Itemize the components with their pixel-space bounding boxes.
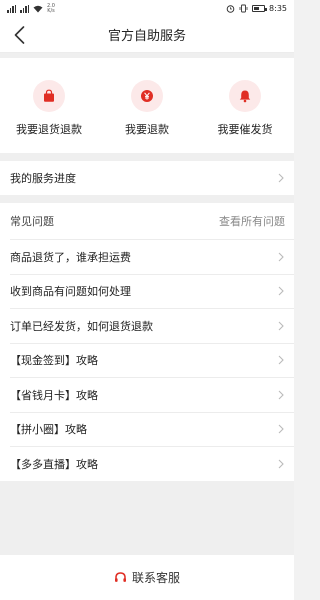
action-refund[interactable]: 我要退款: [98, 80, 196, 137]
faq-header: 常见问题 查看所有问题: [0, 203, 294, 239]
faq-item-label: 【拼小圈】攻略: [10, 423, 87, 437]
view-all-questions-link[interactable]: 查看所有问题: [219, 213, 285, 229]
headset-icon: [114, 572, 126, 582]
chevron-right-icon: [277, 423, 285, 435]
wifi-icon: [33, 5, 43, 12]
faq-item[interactable]: 【现金签到】攻略: [10, 342, 294, 378]
chevron-right-icon: [277, 285, 285, 297]
speed-unit: K/s: [47, 7, 55, 14]
faq-item[interactable]: 【多多直播】攻略: [10, 446, 294, 481]
bell-icon: [239, 90, 251, 103]
chevron-right-icon: [277, 251, 285, 263]
network-speed: 2.0 K/s: [47, 3, 55, 14]
status-right: 8:35: [226, 4, 287, 13]
action-icon-wrapper: [33, 80, 65, 112]
page-title: 官方自助服务: [107, 29, 186, 44]
faq-item[interactable]: 【省钱月卡】攻略: [10, 377, 294, 412]
signal-icon: [7, 4, 16, 13]
action-label: 我要退款: [125, 123, 169, 136]
chevron-right-icon: [277, 320, 285, 332]
action-icon-wrapper: [229, 80, 261, 112]
action-label: 我要退货退款: [16, 123, 82, 136]
faq-item-label: 【多多直播】攻略: [10, 457, 98, 471]
status-bar: 2.0 K/s 8:35: [0, 0, 294, 17]
vibrate-icon: [239, 4, 248, 13]
chevron-right-icon: [277, 354, 285, 366]
faq-item[interactable]: 【拼小圈】攻略: [10, 411, 294, 447]
back-button[interactable]: [8, 23, 30, 47]
chevron-left-icon: [14, 26, 24, 44]
service-progress-row[interactable]: 我的服务进度: [0, 161, 294, 195]
yen-coin-icon: [141, 90, 153, 102]
chevron-right-icon: [277, 172, 285, 184]
faq-item-label: 【现金签到】攻略: [10, 354, 98, 368]
faq-title: 常见问题: [10, 215, 54, 228]
nav-bar: 官方自助服务: [0, 17, 294, 53]
action-label: 我要催发货: [217, 123, 273, 136]
action-return-refund[interactable]: 我要退货退款: [0, 80, 98, 137]
faq-item-label: 商品退货了，谁承担运费: [10, 250, 131, 264]
battery-icon: [252, 5, 268, 12]
chevron-right-icon: [277, 458, 285, 470]
faq-item-label: 订单已经发货，如何退货退款: [10, 319, 153, 333]
faq-item-label: 收到商品有问题如何处理: [10, 285, 131, 299]
self-service-page: 2.0 K/s 8:35 官方自助服务 我要退货退款 我要退款 我要催发货 我的…: [0, 0, 294, 600]
service-progress-label: 我的服务进度: [10, 172, 76, 185]
action-urge-shipping[interactable]: 我要催发货: [196, 80, 294, 137]
quick-actions: 我要退货退款 我要退款 我要催发货: [0, 58, 294, 153]
contact-service-button[interactable]: 联系客服: [0, 555, 294, 600]
signal-icon-secondary: [20, 4, 29, 13]
faq-item[interactable]: 订单已经发货，如何退货退款: [10, 308, 294, 343]
contact-service-label: 联系客服: [131, 571, 180, 585]
chevron-right-icon: [277, 389, 285, 401]
faq-item[interactable]: 商品退货了，谁承担运费: [10, 239, 294, 274]
faq-item[interactable]: 收到商品有问题如何处理: [10, 273, 294, 309]
faq-section: 常见问题 查看所有问题 商品退货了，谁承担运费 收到商品有问题如何处理 订单已经…: [0, 203, 294, 481]
alarm-icon: [226, 5, 235, 13]
action-icon-wrapper: [131, 80, 163, 112]
shopping-bag-icon: [44, 89, 54, 102]
status-time: 8:35: [269, 4, 287, 13]
status-left: 2.0 K/s: [7, 3, 55, 14]
faq-item-label: 【省钱月卡】攻略: [10, 388, 98, 402]
